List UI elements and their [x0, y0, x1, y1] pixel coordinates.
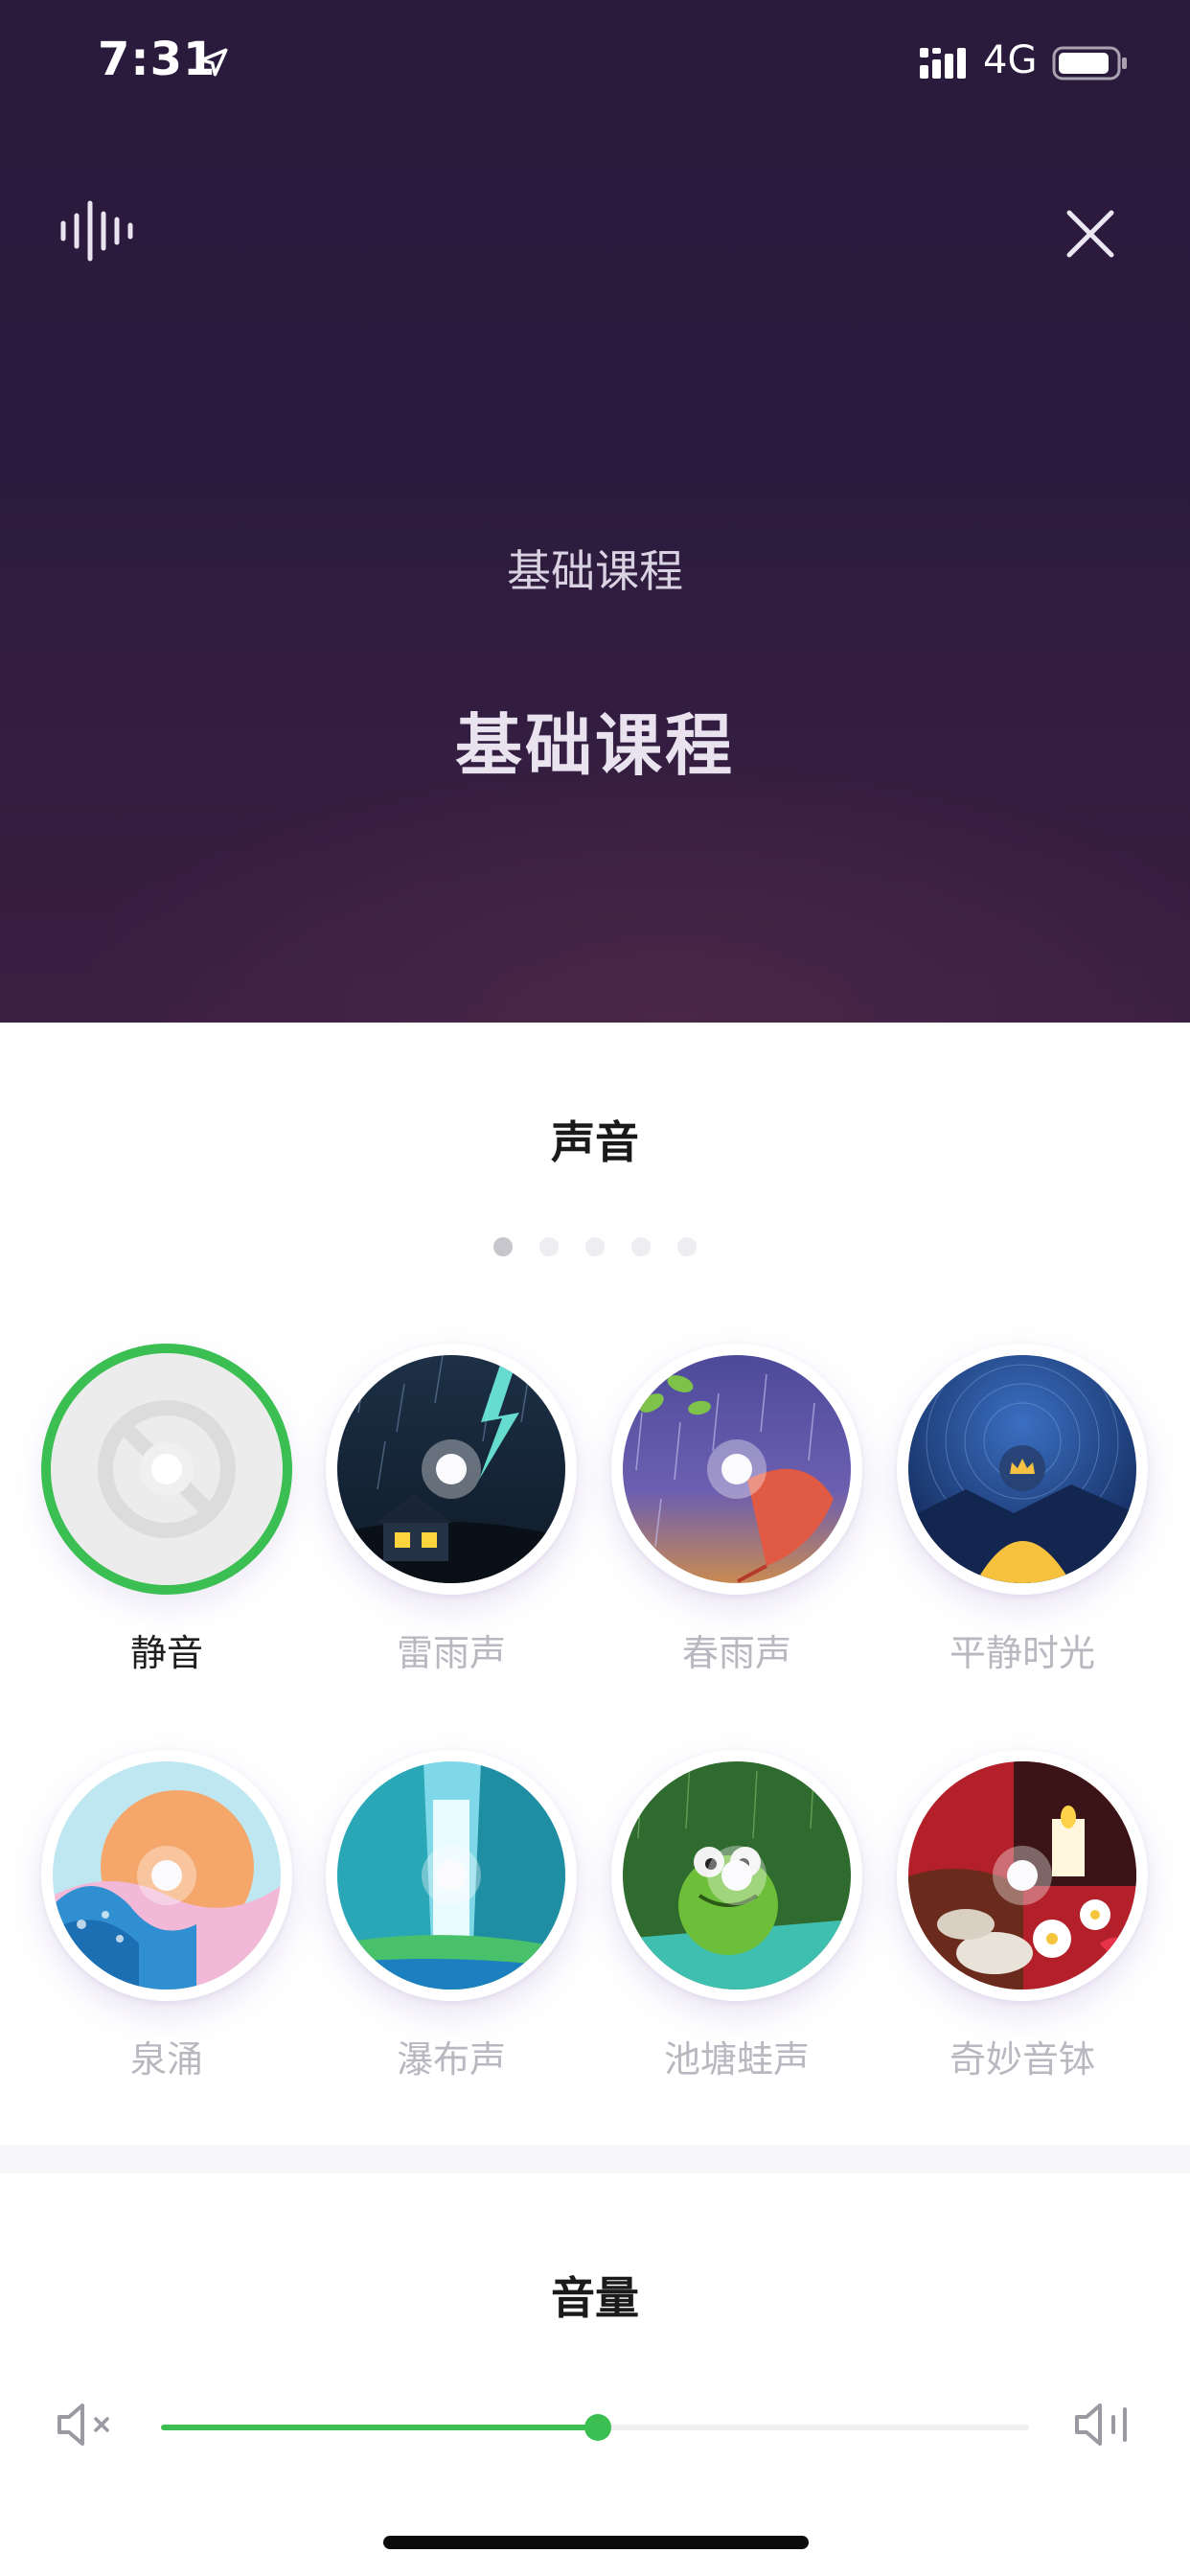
sound-label: 池塘蛙声 [663, 2038, 810, 2081]
play-center [707, 1846, 767, 1905]
course-title: 基础课程 [455, 706, 735, 785]
page-indicator[interactable] [0, 1237, 1190, 1256]
sound-option-calm-night[interactable]: 平静时光 [893, 1344, 1152, 1708]
calm-night-artwork [908, 1355, 1136, 1583]
home-indicator [383, 2536, 809, 2549]
sound-label: 瀑布声 [396, 2038, 506, 2081]
sound-label: 平静时光 [949, 1632, 1095, 1674]
volume-mute-icon[interactable] [56, 2402, 117, 2448]
page-dot[interactable] [585, 1237, 605, 1256]
page-dot[interactable] [677, 1237, 697, 1256]
cellular-signal-icon [920, 48, 966, 79]
location-arrow-icon [199, 48, 228, 77]
sound-label: 奇妙音钵 [949, 2038, 1095, 2081]
sound-label: 春雨声 [681, 1632, 791, 1674]
now-playing-header: 7:31 4G 基础课程 基础课程 [0, 0, 1190, 1023]
page-dot[interactable] [493, 1237, 513, 1256]
volume-section-title: 音量 [551, 2272, 639, 2324]
play-center [707, 1439, 767, 1499]
sound-label: 雷雨声 [396, 1632, 506, 1674]
sound-disc[interactable] [41, 1344, 292, 1595]
play-center [422, 1846, 481, 1905]
volume-slider-knob[interactable] [584, 2414, 611, 2441]
sound-label: 泉涌 [129, 2038, 203, 2081]
sound-label: 静音 [129, 1632, 203, 1674]
sound-option-pond-frog[interactable]: 池塘蛙声 [607, 1750, 866, 2114]
play-center [137, 1846, 196, 1905]
sound-option-waterfall[interactable]: 瀑布声 [322, 1750, 581, 2114]
section-divider [0, 2145, 1190, 2174]
sound-option-spring-waves[interactable]: 泉涌 [37, 1750, 296, 2114]
page-dot[interactable] [539, 1237, 559, 1256]
sound-option-singing-bowl[interactable]: 奇妙音钵 [893, 1750, 1152, 2114]
battery-icon [1052, 46, 1127, 80]
volume-slider-fill [161, 2425, 598, 2430]
volume-up-icon[interactable] [1073, 2402, 1133, 2448]
sound-wave-icon[interactable] [57, 199, 138, 263]
page-dot[interactable] [631, 1237, 651, 1256]
network-type: 4G [983, 38, 1038, 82]
sound-section-title: 声音 [551, 1116, 639, 1168]
close-icon[interactable] [1064, 207, 1117, 261]
play-center [993, 1846, 1052, 1905]
course-subtitle: 基础课程 [507, 545, 683, 597]
sound-option-mute[interactable]: 静音 [37, 1344, 296, 1708]
play-center [422, 1439, 481, 1499]
sound-option-thunderstorm[interactable]: 雷雨声 [322, 1344, 581, 1708]
sound-option-spring-rain[interactable]: 春雨声 [607, 1344, 866, 1708]
mute-icon [53, 1355, 281, 1583]
volume-slider[interactable] [161, 2414, 1029, 2441]
